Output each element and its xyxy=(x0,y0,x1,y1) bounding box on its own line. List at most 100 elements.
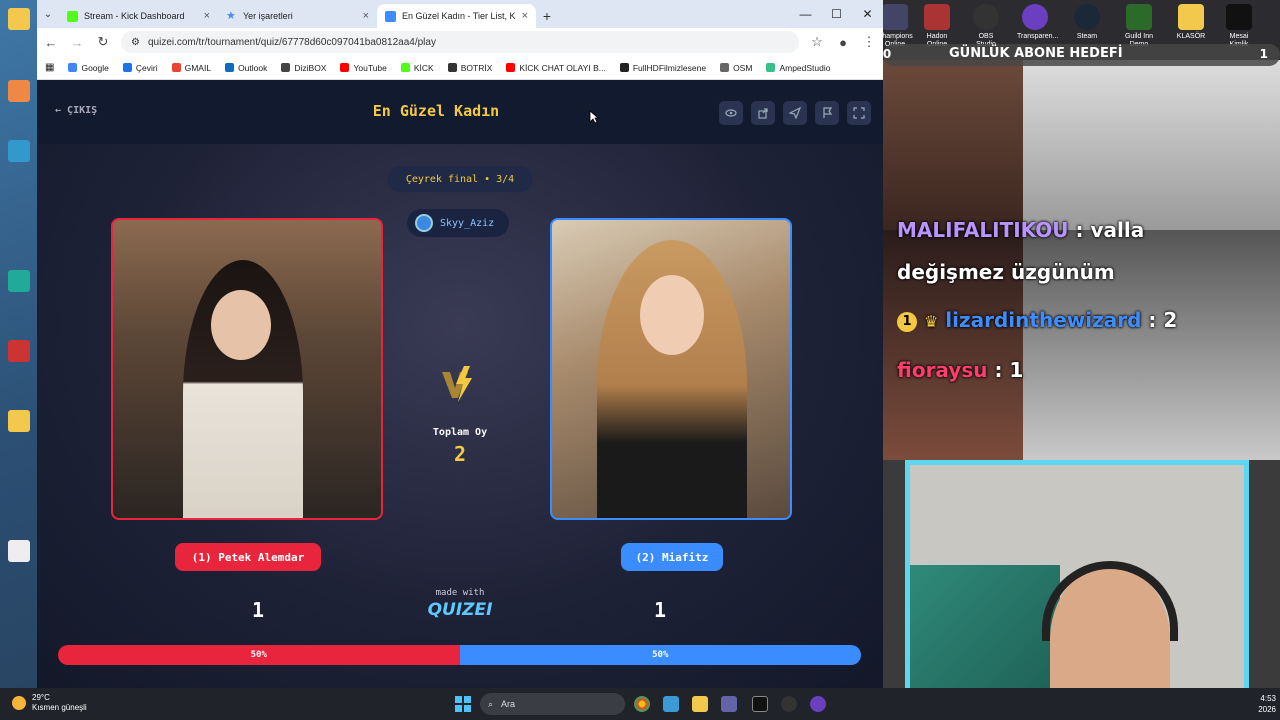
chrome-icon[interactable] xyxy=(634,696,650,712)
app-icon[interactable]: Mesai Kimlik xyxy=(1221,4,1257,49)
tab-search-icon[interactable]: ⌄ xyxy=(37,0,59,28)
minimize-button[interactable]: — xyxy=(790,0,821,28)
windows-start-icon[interactable] xyxy=(455,696,471,712)
desktop-icon[interactable] xyxy=(2,80,36,104)
bookmark[interactable]: YouTube xyxy=(340,62,387,73)
bookmark[interactable]: KİCK xyxy=(400,62,434,73)
desktop-icon[interactable] xyxy=(2,410,36,434)
reload-button[interactable]: ↻ xyxy=(95,34,111,50)
mouse-cursor-icon xyxy=(589,110,599,124)
desktop-icon[interactable] xyxy=(2,540,36,564)
tab-bar: ⌄ Stream - Kick Dashboard × ★ Yer işaret… xyxy=(37,0,883,28)
bookmark[interactable]: FullHDFilmizlesene xyxy=(619,63,706,73)
app-icon[interactable] xyxy=(810,696,826,712)
menu-icon[interactable]: ⋮ xyxy=(861,34,877,50)
made-with-label: made with xyxy=(435,588,485,598)
folder-icon[interactable] xyxy=(692,696,708,712)
sun-icon xyxy=(12,696,26,710)
bookmark-label: BOTRİX xyxy=(460,62,493,73)
bookmarks-bar: ▦ Google Çeviri GMAIL Outlook DiziBOX Yo… xyxy=(37,56,883,80)
bookmark-label: Google xyxy=(81,62,109,73)
quizei-logo[interactable]: QUIZEI xyxy=(417,600,503,620)
desktop-icon[interactable] xyxy=(2,140,36,164)
contestant-card-left[interactable] xyxy=(111,218,383,520)
bookmark[interactable]: GMAIL xyxy=(171,63,211,73)
send-icon[interactable] xyxy=(783,101,807,125)
flag-icon[interactable] xyxy=(815,101,839,125)
overlay-photo xyxy=(1023,60,1280,230)
round-badge: Çeyrek final • 3/4 xyxy=(387,166,533,192)
search-placeholder: Ara xyxy=(501,699,516,709)
youtube-icon xyxy=(506,63,516,72)
bookmark[interactable]: AmpedStudio xyxy=(766,63,830,73)
bookmark-star-icon[interactable]: ☆ xyxy=(809,34,825,50)
sub-badge-icon: 1 xyxy=(897,311,917,332)
bookmark-label: YouTube xyxy=(353,62,387,73)
chat-username: lizardinthewizard xyxy=(945,308,1142,332)
contestant-name-right[interactable]: (2) Miafitz xyxy=(621,543,723,571)
app-icon[interactable]: Champions Online xyxy=(883,4,913,49)
bookmark[interactable]: KİCK CHAT OLAYI B... xyxy=(506,63,606,73)
taskbar-search[interactable]: ⌕ Ara xyxy=(480,693,625,715)
folder-icon[interactable]: KLASÖR xyxy=(1173,4,1209,41)
bookmark[interactable]: OSM xyxy=(720,63,752,73)
profile-icon[interactable]: ● xyxy=(835,35,851,50)
new-tab-button[interactable]: + xyxy=(536,4,558,28)
site-info-icon[interactable]: ⚙ xyxy=(131,37,140,48)
bookmark-label: Çeviri xyxy=(135,62,158,73)
overlay-photo xyxy=(883,60,1023,230)
crown-icon: ♛ xyxy=(923,312,939,331)
bookmark[interactable]: BOTRİX xyxy=(447,62,493,73)
tab-bookmarks[interactable]: ★ Yer işaretleri × xyxy=(218,4,377,28)
bookmark[interactable]: Çeviri xyxy=(122,62,158,73)
close-window-button[interactable]: ✕ xyxy=(852,0,883,28)
maximize-button[interactable]: ☐ xyxy=(821,0,852,28)
bookmark[interactable]: DiziBOX xyxy=(281,63,326,73)
bookmark[interactable]: Outlook xyxy=(225,63,267,73)
close-icon[interactable]: × xyxy=(204,10,210,22)
clock-time: 4:53 xyxy=(1260,694,1276,703)
close-icon[interactable]: × xyxy=(522,10,528,22)
close-icon[interactable]: × xyxy=(363,10,369,22)
ampedstudio-icon xyxy=(766,63,776,72)
contestant-card-right[interactable] xyxy=(550,218,792,520)
desktop-icon[interactable] xyxy=(2,8,36,32)
kick-icon xyxy=(67,10,78,22)
epic-icon[interactable] xyxy=(752,696,768,712)
chat-text: : 2 xyxy=(1148,308,1178,332)
url-field[interactable]: ⚙ quizei.com/tr/tournament/quiz/67778d60… xyxy=(121,31,799,53)
taskbar: 29°C Kısmen güneşli ⌕ Ara 4:53 2026 xyxy=(0,688,1280,720)
desktop-icon[interactable] xyxy=(2,340,36,364)
tab-kick-dashboard[interactable]: Stream - Kick Dashboard × xyxy=(59,4,218,28)
avatar xyxy=(415,214,433,232)
clock[interactable]: 4:53 2026 xyxy=(1258,693,1276,715)
bookmark-label: KİCK xyxy=(413,62,434,73)
total-votes-value: 2 xyxy=(453,442,467,466)
translate-icon xyxy=(122,63,132,72)
obs-icon[interactable]: OBS Studio xyxy=(968,4,1004,49)
teams-icon[interactable] xyxy=(721,696,737,712)
app-icon[interactable]: Guild Inn Demo xyxy=(1121,4,1157,49)
weather-widget[interactable]: 29°C Kısmen güneşli xyxy=(12,693,87,713)
bookmark[interactable]: Google xyxy=(68,62,109,73)
address-bar: ← → ↻ ⚙ quizei.com/tr/tournament/quiz/67… xyxy=(37,28,883,56)
steam-icon[interactable]: Steam xyxy=(1069,4,1105,41)
fullscreen-icon[interactable] xyxy=(847,101,871,125)
total-votes-label: Toplam Oy xyxy=(432,427,488,438)
vs-lightning-icon xyxy=(442,366,472,402)
chat-text: değişmez üzgünüm xyxy=(897,260,1115,284)
back-button[interactable]: ← xyxy=(43,35,59,50)
app-icon[interactable]: Hadon Online xyxy=(919,4,955,49)
apps-icon[interactable]: ▦ xyxy=(45,62,54,73)
app-icon[interactable] xyxy=(663,696,679,712)
obs-icon[interactable] xyxy=(781,696,797,712)
tab-quizei[interactable]: En Güzel Kadın - Tier List, Kör S × xyxy=(377,4,536,28)
chat-text: : 1 xyxy=(994,358,1024,382)
goal-current: 0 xyxy=(883,47,892,61)
share-icon[interactable] xyxy=(751,101,775,125)
app-icon[interactable]: Transparen... xyxy=(1017,4,1058,41)
desktop-icon[interactable] xyxy=(2,270,36,294)
contestant-name-left[interactable]: (1) Petek Alemdar xyxy=(175,543,321,571)
forward-button[interactable]: → xyxy=(69,35,85,50)
eye-icon[interactable] xyxy=(719,101,743,125)
